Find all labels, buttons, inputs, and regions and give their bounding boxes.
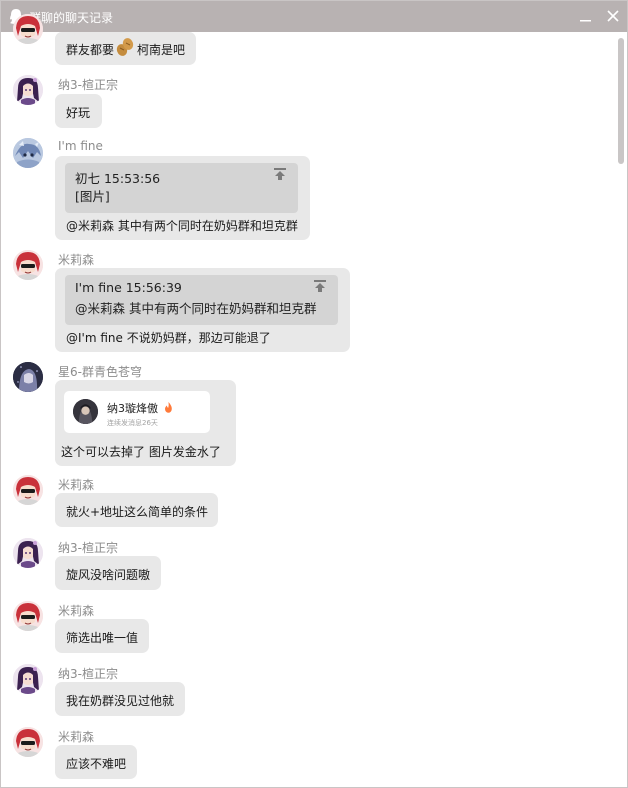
avatar-image — [13, 601, 43, 631]
message-text: 好玩 — [66, 106, 91, 120]
avatar[interactable] — [13, 538, 43, 568]
message-bubble[interactable]: 筛选出唯一值 — [55, 619, 149, 653]
avatar[interactable] — [13, 14, 43, 44]
message-bubble[interactable]: 群友都要 柯南是吧 — [55, 32, 196, 65]
quoted-message[interactable]: 初七 15:53:56 [图片] — [65, 163, 298, 213]
close-button[interactable] — [601, 5, 625, 27]
message-text: 应该不难吧 — [66, 757, 127, 771]
avatar[interactable] — [13, 475, 43, 505]
title-bar[interactable]: 群聊的聊天记录 — [1, 1, 627, 32]
fire-icon — [165, 402, 172, 413]
message-bubble[interactable]: 就火+地址这么简单的条件 — [55, 493, 218, 527]
message-text: 旋风没啥问题嗷 — [66, 568, 151, 582]
avatar-image — [13, 538, 43, 568]
message-bubble[interactable]: 初七 15:53:56 [图片] @米莉森 其中有两个同时在奶妈群和坦克群 — [55, 156, 310, 240]
message-text-before: 群友都要 — [66, 43, 115, 57]
message-text: 就火+地址这么简单的条件 — [66, 505, 209, 519]
scrollbar-thumb[interactable] — [618, 38, 624, 164]
avatar-image — [13, 14, 43, 44]
chat-history-window: 群聊的聊天记录 群友都要 柯南是吧 纳3-楦正宗 好玩 I'm fine 初七 … — [0, 0, 628, 788]
card-name: 纳3璇烽傲 — [107, 402, 158, 415]
quote-body: @米莉森 其中有两个同时在奶妈群和坦克群 — [75, 301, 317, 316]
sender-name: 纳3-楦正宗 — [58, 78, 118, 92]
jump-to-quote-icon[interactable] — [273, 167, 287, 181]
message-text: @I'm fine 不说奶妈群，那边可能退了 — [66, 331, 271, 345]
avatar-image — [13, 138, 43, 168]
message-text: 筛选出唯一值 — [66, 631, 139, 645]
avatar[interactable] — [13, 138, 43, 168]
card-subtitle: 连续发消息26天 — [107, 419, 158, 427]
message-bubble[interactable]: I'm fine 15:56:39 @米莉森 其中有两个同时在奶妈群和坦克群 @… — [55, 268, 350, 352]
avatar-image — [13, 362, 43, 392]
avatar-image — [13, 475, 43, 505]
sender-name: 米莉森 — [58, 730, 95, 744]
avatar[interactable] — [13, 250, 43, 280]
message-text: 这个可以去掉了 图片发金水了 — [61, 445, 221, 459]
avatar-image — [13, 727, 43, 757]
quoted-message[interactable]: I'm fine 15:56:39 @米莉森 其中有两个同时在奶妈群和坦克群 — [65, 275, 338, 325]
quote-header: 初七 15:53:56 — [75, 171, 161, 186]
sender-name: 米莉森 — [58, 478, 95, 492]
message-text: 我在奶群没见过他就 — [66, 694, 175, 708]
avatar[interactable] — [13, 727, 43, 757]
message-bubble[interactable]: 我在奶群没见过他就 — [55, 682, 185, 716]
message-bubble[interactable]: 纳3璇烽傲 连续发消息26天 这个可以去掉了 图片发金水了 — [55, 380, 236, 466]
quote-body: [图片] — [75, 189, 110, 204]
sender-name: 米莉森 — [58, 604, 95, 618]
jump-to-quote-icon[interactable] — [313, 279, 327, 293]
minimize-button[interactable] — [573, 5, 597, 27]
message-bubble[interactable]: 旋风没啥问题嗷 — [55, 556, 161, 590]
avatar-image — [13, 664, 43, 694]
avatar-image — [13, 75, 43, 105]
shared-contact-card[interactable]: 纳3璇烽傲 连续发消息26天 — [64, 391, 210, 433]
avatar[interactable] — [13, 362, 43, 392]
sender-name: 纳3-楦正宗 — [58, 541, 118, 555]
sender-name: 星6-群青色苍穹 — [58, 365, 142, 379]
message-text: @米莉森 其中有两个同时在奶妈群和坦克群 — [66, 219, 298, 233]
card-avatar — [73, 399, 98, 424]
quote-header: I'm fine 15:56:39 — [75, 280, 182, 295]
avatar[interactable] — [13, 601, 43, 631]
message-bubble[interactable]: 应该不难吧 — [55, 745, 137, 779]
avatar-image — [13, 250, 43, 280]
sender-name: 纳3-楦正宗 — [58, 667, 118, 681]
peanut-emoji-icon — [116, 38, 134, 56]
avatar[interactable] — [13, 664, 43, 694]
sender-name: I'm fine — [58, 139, 103, 153]
message-text-after: 柯南是吧 — [137, 43, 186, 57]
minimize-icon — [580, 20, 591, 22]
sender-name: 米莉森 — [58, 253, 95, 267]
message-bubble[interactable]: 好玩 — [55, 94, 102, 128]
avatar[interactable] — [13, 75, 43, 105]
close-icon — [607, 10, 619, 22]
